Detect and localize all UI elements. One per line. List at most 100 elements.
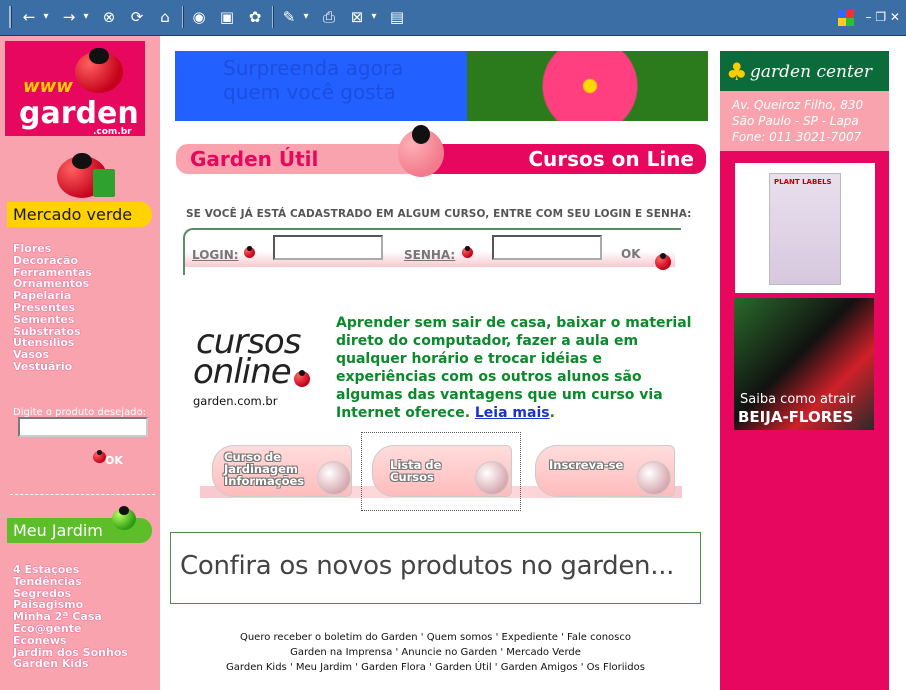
mail-dropdown-icon[interactable]: ▾ <box>300 6 312 28</box>
button-label-line: Inscreva-se <box>549 458 624 472</box>
ladybug-icon <box>294 369 310 387</box>
category-links: Flores Decoração Ferramentas Ornamentos … <box>13 243 92 373</box>
ladybug-icon <box>75 47 123 93</box>
product-search-ok-button[interactable]: OK <box>105 454 123 467</box>
link-vestuario[interactable]: Vestuário <box>13 361 92 373</box>
address-line: Av. Queiroz Filho, 830 <box>732 98 864 112</box>
logo-domain: garden.com.br <box>193 394 278 408</box>
toolbar-separator <box>182 6 184 28</box>
palm-tree-icon: ♣ <box>726 58 748 86</box>
edit-icon[interactable]: ⊠ <box>346 6 368 28</box>
toolbar-separator <box>272 6 274 28</box>
section-header: Garden Útil Cursos on Line <box>176 125 706 177</box>
footer-links: Quero receber o boletim do Garden ' Quem… <box>170 630 701 675</box>
back-icon[interactable]: ← <box>18 6 40 28</box>
windows-logo-icon <box>837 9 854 26</box>
phone-line: Fone: 011 3021-7007 <box>732 130 862 144</box>
ladybug-ball-icon <box>637 461 671 495</box>
banner-text: Surpreenda agora quem você gosta <box>223 56 403 104</box>
login-input[interactable] <box>273 235 383 260</box>
toolbar-grip[interactable] <box>9 6 12 28</box>
link-tendencias[interactable]: Tendências <box>13 575 128 588</box>
green-ladybug-icon <box>112 506 136 530</box>
window-controls: – ❐ ✕ <box>837 7 900 27</box>
ladybug-icon <box>398 125 444 177</box>
link-presentes[interactable]: Presentes <box>13 302 92 314</box>
footer-line-3[interactable]: Garden Kids ' Meu Jardim ' Garden Flora … <box>170 660 701 675</box>
inscreva-se-button[interactable]: Inscreva-se <box>535 445 675 497</box>
right-sidebar: ♣ garden center Av. Queiroz Filho, 830 S… <box>720 51 889 690</box>
divider <box>10 494 155 495</box>
edit-dropdown-icon[interactable]: ▾ <box>368 6 380 28</box>
button-label-line: Cursos <box>390 470 434 484</box>
garden-logo[interactable]: www garden .com.br <box>5 41 145 137</box>
print-icon[interactable]: ⎙ <box>318 6 340 28</box>
banner-line-2: quem você gosta <box>223 80 396 104</box>
ladybug-icon <box>655 252 671 270</box>
senha-label: SENHA: <box>404 248 456 262</box>
ladybug-icon <box>462 246 473 258</box>
curso-jardinagem-button[interactable]: Curso de Jardinagem Informações <box>212 445 352 497</box>
link-eco-gente[interactable]: Eco@gente <box>13 623 128 635</box>
mercado-verde-button[interactable]: Mercado verde <box>7 202 152 227</box>
link-decoracao[interactable]: Decoração <box>13 254 92 267</box>
leia-mais-link[interactable]: Leia mais <box>475 405 550 421</box>
favorites-icon[interactable]: ▣ <box>216 6 238 28</box>
ad-banner[interactable]: Surpreenda agora quem você gosta <box>175 51 708 121</box>
address-line: São Paulo - SP - Lapa <box>732 114 859 128</box>
section-title: Cursos on Line <box>528 147 694 171</box>
link-econews[interactable]: Econews <box>13 634 128 647</box>
shopping-bag-icon <box>93 169 115 197</box>
logo-name: garden <box>19 96 139 131</box>
link-garden-kids[interactable]: Garden Kids <box>13 658 128 670</box>
cursos-online-logo: cursos online garden.com.br <box>191 325 316 416</box>
login-ok-button[interactable]: OK <box>621 247 641 261</box>
page-title: Garden Útil <box>190 147 319 171</box>
product-search-input[interactable] <box>18 417 148 437</box>
button-label: Lista de Cursos <box>390 459 441 483</box>
banner-line-1: Surpreenda agora <box>223 56 404 80</box>
senha-input[interactable] <box>492 235 602 260</box>
button-label-line: Informações <box>224 474 305 488</box>
link-sementes[interactable]: Sementes <box>13 313 92 326</box>
new-products-banner[interactable]: Confira os novos produtos no garden... <box>170 532 701 604</box>
description-end: . <box>549 405 555 421</box>
new-products-text: Confira os novos produtos no garden... <box>180 551 675 581</box>
window-control-buttons[interactable]: – ❐ ✕ <box>866 10 900 24</box>
login-instruction: SE VOCÊ JÁ ESTÁ CADASTRADO EM ALGUM CURS… <box>186 208 692 220</box>
lista-de-cursos-button[interactable]: Lista de Cursos <box>372 445 512 497</box>
garden-center-text: garden center <box>750 62 872 82</box>
refresh-icon[interactable]: ⟳ <box>126 6 148 28</box>
media-icon[interactable]: ✿ <box>244 6 266 28</box>
garden-center-logo[interactable]: ♣ garden center <box>720 51 889 91</box>
ladybug-ball-icon <box>475 461 509 495</box>
plant-labels-ad[interactable]: PLANT LABELS <box>735 163 875 293</box>
logo-online: online <box>193 352 292 392</box>
store-address: Av. Queiroz Filho, 830 São Paulo - SP - … <box>720 91 889 151</box>
stop-icon[interactable]: ⊗ <box>98 6 120 28</box>
hummingbird-ad-line-2: BEIJA-FLORES <box>738 408 854 426</box>
mail-icon[interactable]: ✎ <box>278 6 300 28</box>
ladybug-ball-icon <box>317 461 351 495</box>
hummingbird-ad-line-1: Saiba como atrair <box>740 392 856 407</box>
back-dropdown-icon[interactable]: ▾ <box>40 6 52 28</box>
home-icon[interactable]: ⌂ <box>154 6 176 28</box>
flower-image <box>535 51 645 121</box>
button-label: Curso de Jardinagem Informações <box>224 451 304 487</box>
ladybug-icon <box>244 246 255 258</box>
browser-toolbar: ← ▾ → ▾ ⊗ ⟳ ⌂ ◉ ▣ ✿ ✎ ▾ ⎙ ⊠ ▾ ▤ – ❐ ✕ <box>0 0 906 36</box>
forward-dropdown-icon[interactable]: ▾ <box>80 6 92 28</box>
forward-icon[interactable]: → <box>58 6 80 28</box>
left-sidebar: www garden .com.br Mercado verde Flores … <box>0 36 160 690</box>
logo-domain: .com.br <box>93 127 132 137</box>
footer-line-1[interactable]: Quero receber o boletim do Garden ' Quem… <box>170 630 701 645</box>
hummingbird-ad[interactable]: Saiba como atrair BEIJA-FLORES <box>734 298 874 430</box>
course-description: Aprender sem sair de casa, baixar o mate… <box>336 314 698 422</box>
button-label: Inscreva-se <box>549 459 623 471</box>
meu-jardim-links: 4 Estações Tendências Segredos Paisagism… <box>13 564 128 670</box>
discuss-icon[interactable]: ▤ <box>386 6 408 28</box>
plant-labels-image: PLANT LABELS <box>769 173 841 285</box>
plant-labels-text: PLANT LABELS <box>774 178 832 186</box>
search-icon[interactable]: ◉ <box>188 6 210 28</box>
footer-line-2[interactable]: Garden na Imprensa ' Anuncie no Garden '… <box>170 645 701 660</box>
